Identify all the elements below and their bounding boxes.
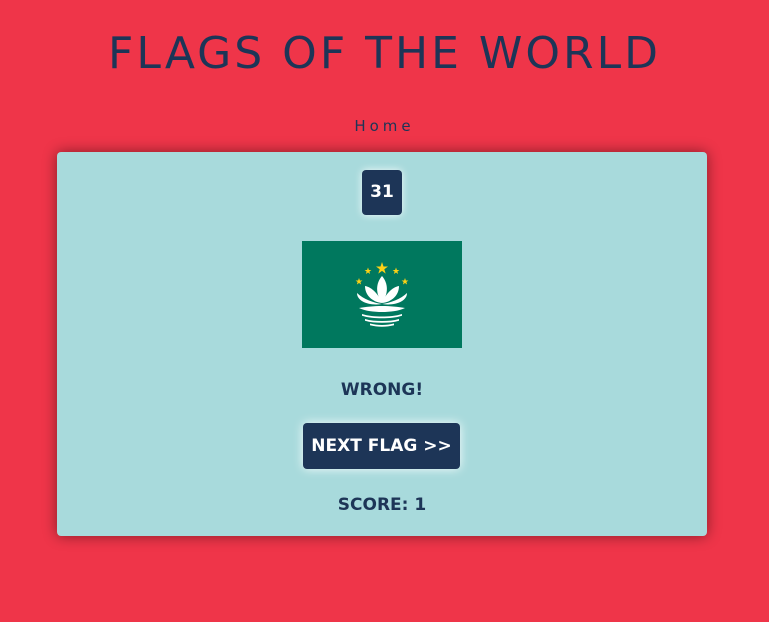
answer-result: WRONG! <box>340 380 424 400</box>
nav-home-link[interactable]: Home <box>0 116 769 136</box>
flag-counter-badge: 31 <box>362 170 402 215</box>
quiz-card: 31 WRONG! NEXT FLAG >> SCORE: 1 <box>57 152 707 536</box>
score-display: SCORE: 1 <box>337 495 427 515</box>
macau-flag-icon <box>302 241 462 348</box>
next-flag-button[interactable]: NEXT FLAG >> <box>303 423 460 469</box>
page-title: FLAGS OF THE WORLD <box>108 28 661 79</box>
